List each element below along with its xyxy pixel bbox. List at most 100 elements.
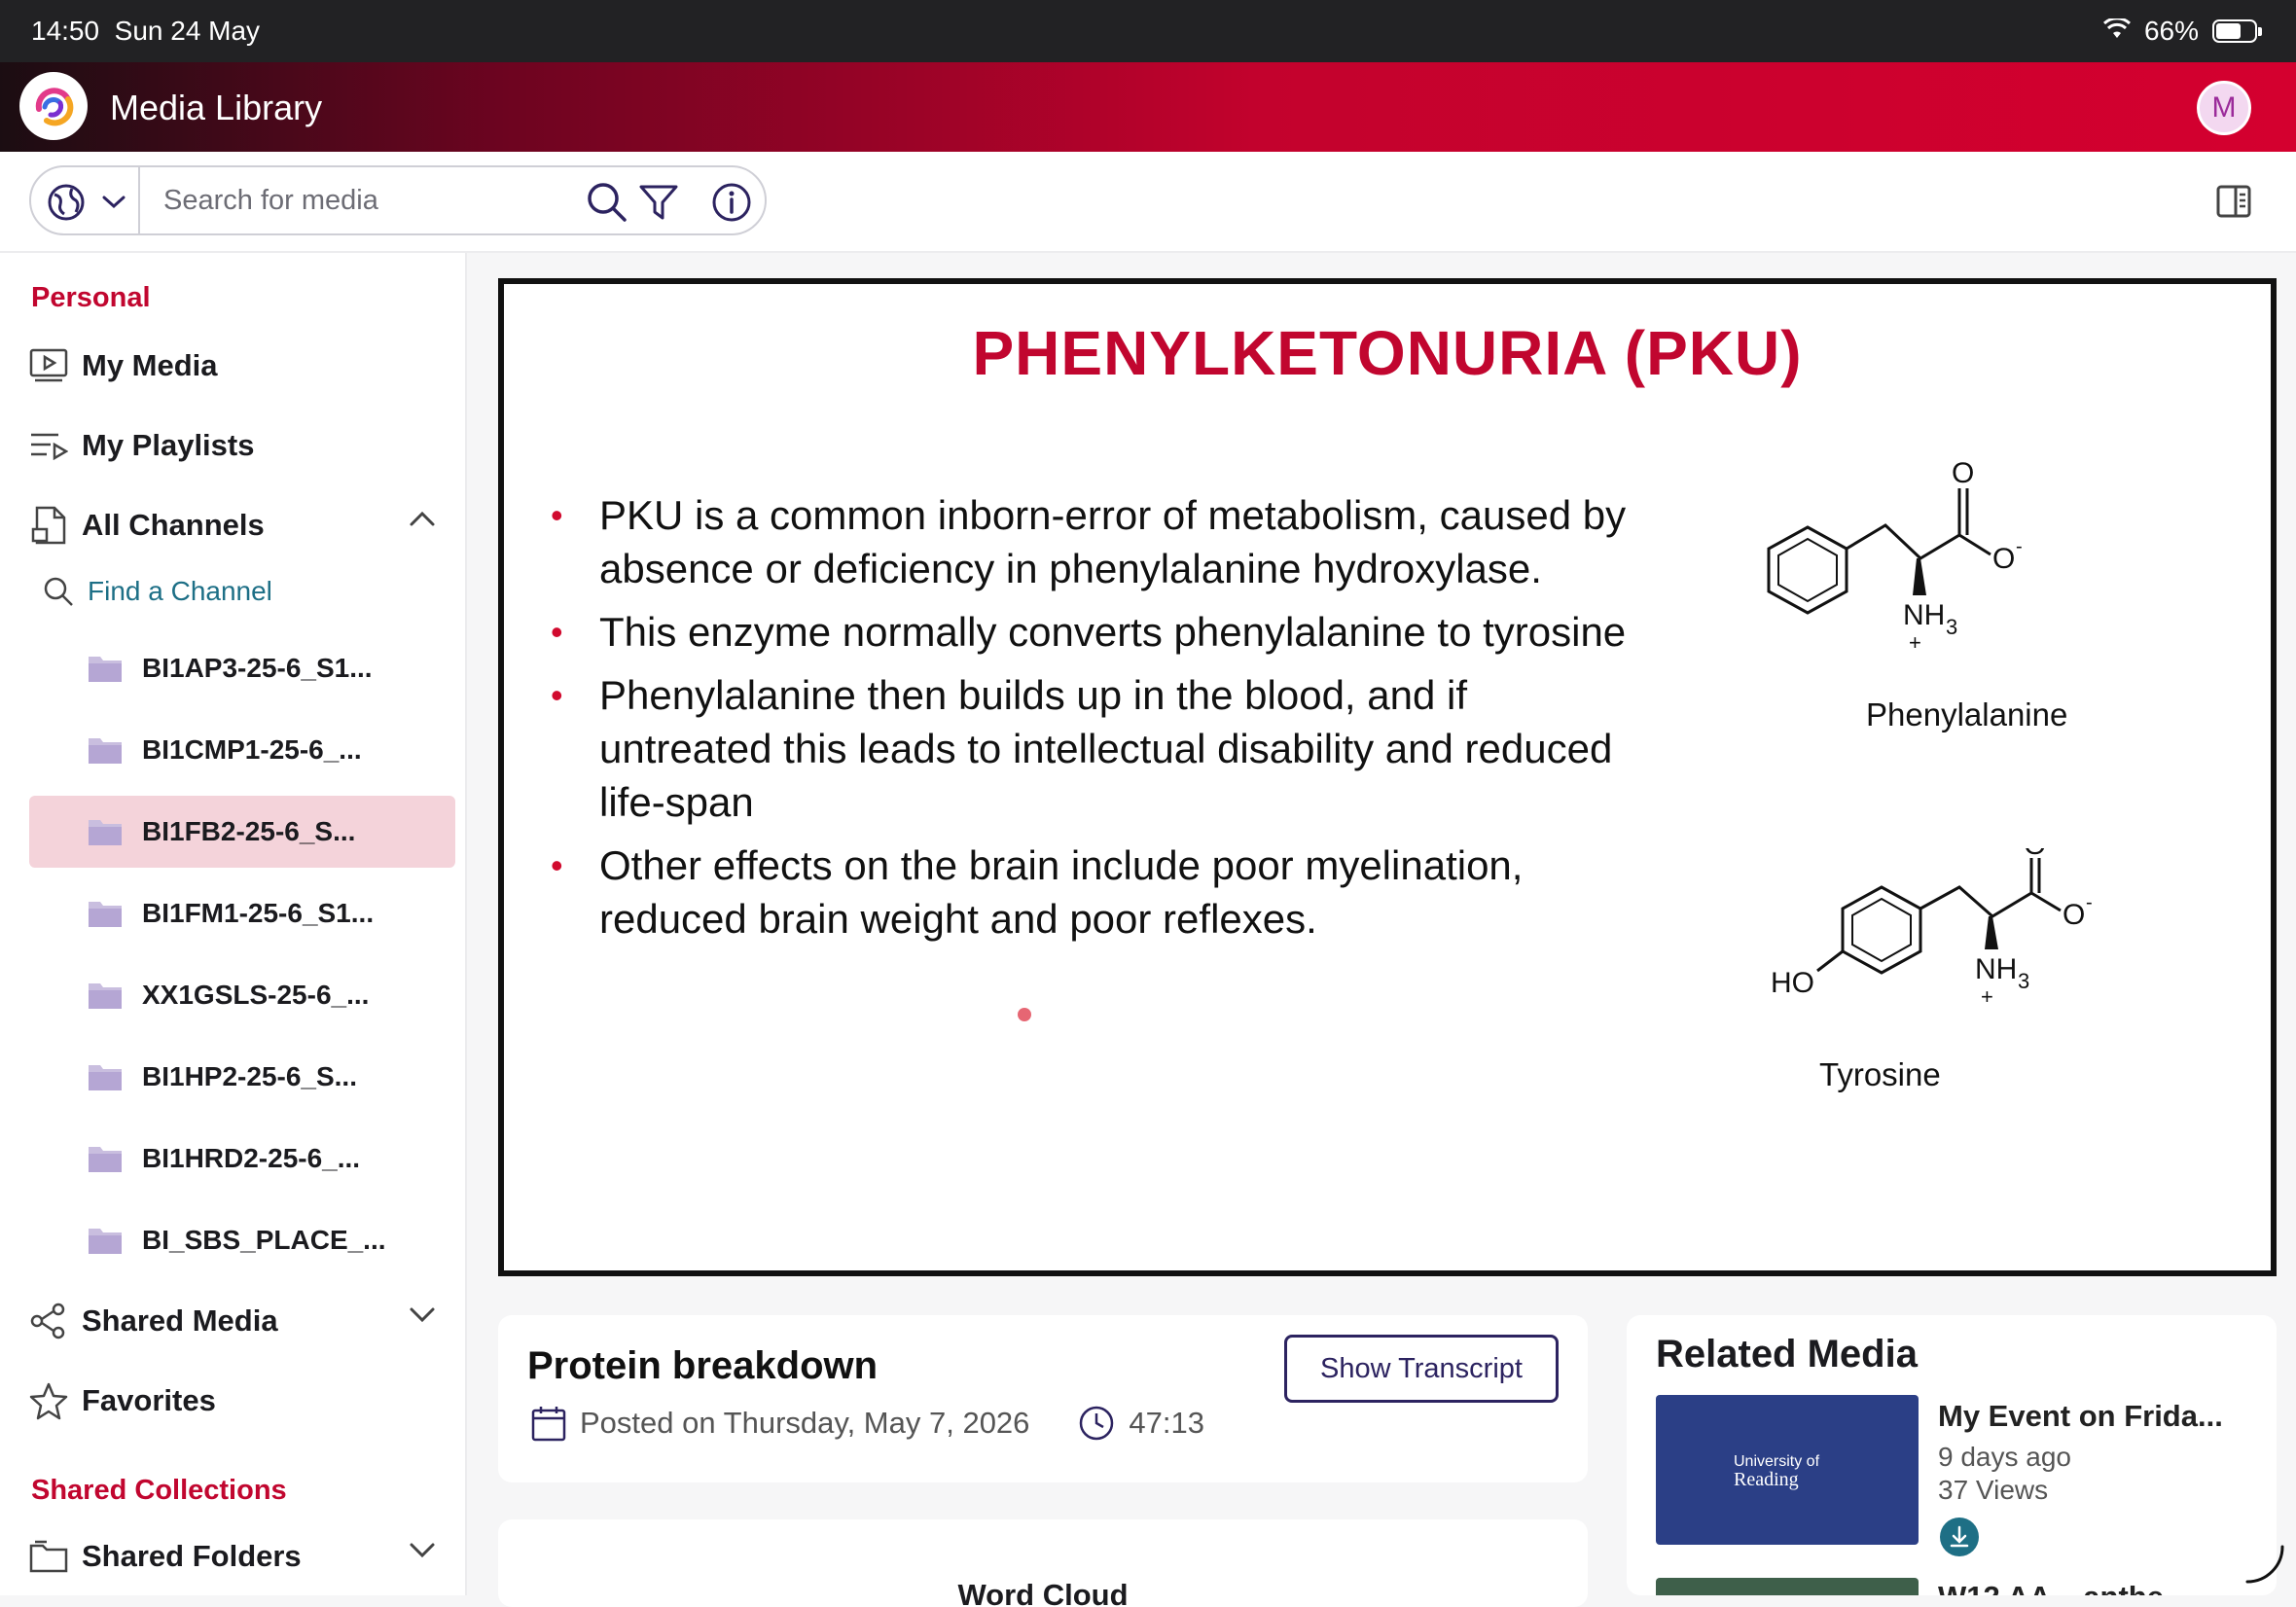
chevron-down-icon[interactable]	[409, 1541, 436, 1558]
user-avatar[interactable]: M	[2197, 81, 2251, 135]
sidebar-item-shared-folders[interactable]: Shared Folders	[27, 1529, 455, 1584]
loading-spinner-icon	[2245, 1545, 2284, 1584]
related-item-title[interactable]: W12 AA – anthe...	[1938, 1580, 2189, 1595]
wifi-icon	[2102, 16, 2131, 47]
status-bar: 14:50 Sun 24 May 66%	[0, 0, 2296, 62]
channel-label: BI1FM1-25-6_S1...	[142, 898, 375, 928]
svg-text:HO: HO	[1771, 967, 1814, 999]
channel-item[interactable]: BI1AP3-25-6_S1...	[29, 632, 455, 704]
status-right: 66%	[2102, 16, 2262, 47]
tyrosine-structure: O O - NH 3 + HO	[1771, 848, 2093, 1009]
battery-fill	[2216, 23, 2241, 39]
sidebar-item-label: Shared Media	[82, 1303, 278, 1338]
find-channel-link[interactable]: Find a Channel	[43, 576, 272, 607]
channel-item[interactable]: XX1GSLS-25-6_...	[29, 959, 455, 1031]
svg-text:3: 3	[2018, 969, 2029, 993]
video-player[interactable]: PHENYLKETONURIA (PKU) PKU is a common in…	[498, 278, 2277, 1276]
sidebar-item-favorites[interactable]: Favorites	[27, 1374, 455, 1428]
tyrosine-label: Tyrosine	[1819, 1056, 1941, 1092]
channels-icon	[27, 504, 70, 547]
channel-label: BI1FB2-25-6_S...	[142, 816, 356, 846]
sidebar-item-label: Favorites	[82, 1383, 216, 1417]
clock: 14:50	[31, 16, 100, 46]
svg-text:+: +	[1981, 984, 1993, 1009]
download-icon[interactable]	[1940, 1518, 1979, 1556]
media-info-card: Protein breakdown Posted on Thursday, Ma…	[498, 1315, 1588, 1482]
media-icon	[27, 344, 70, 387]
sidebar-toggle-icon[interactable]	[2216, 185, 2251, 218]
slide-bullet: Other effects on the brain include poor …	[543, 839, 1632, 946]
star-icon	[27, 1379, 70, 1422]
media-title: Protein breakdown	[527, 1344, 879, 1387]
share-icon	[27, 1300, 70, 1342]
search-scope-selector[interactable]	[31, 167, 140, 233]
playlist-icon	[27, 424, 70, 467]
app-title: Media Library	[110, 88, 323, 127]
info-icon[interactable]	[710, 181, 753, 224]
folder-icon	[89, 1065, 122, 1090]
sidebar-item-my-playlists[interactable]: My Playlists	[27, 418, 455, 473]
channel-item[interactable]: BI1HRD2-25-6_...	[29, 1123, 455, 1195]
folder-icon	[27, 1535, 70, 1578]
svg-text:NH: NH	[1975, 953, 2017, 985]
university-of-reading-logo: University of Reading	[1734, 1453, 1819, 1490]
posted-date: Posted on Thursday, May 7, 2026	[580, 1406, 1030, 1440]
channel-item[interactable]: BI1CMP1-25-6_...	[29, 714, 455, 786]
calendar-icon	[531, 1407, 566, 1442]
svg-text:NH: NH	[1903, 599, 1945, 631]
media-meta: Posted on Thursday, May 7, 2026 47:13	[531, 1405, 1204, 1442]
sidebar-item-label: My Playlists	[82, 428, 255, 462]
search-icon[interactable]	[586, 181, 628, 224]
phenylalanine-label: Phenylalanine	[1866, 696, 2068, 732]
chevron-up-icon[interactable]	[409, 510, 436, 527]
channel-item[interactable]: BI1FM1-25-6_S1...	[29, 877, 455, 949]
channel-label: BI1HRD2-25-6_...	[142, 1143, 361, 1173]
slide-title: PHENYLKETONURIA (PKU)	[972, 318, 1803, 388]
sidebar-item-my-media[interactable]: My Media	[27, 339, 455, 393]
folder-icon	[89, 983, 122, 1009]
channel-label: XX1GSLS-25-6_...	[142, 980, 370, 1010]
chevron-down-icon[interactable]	[409, 1305, 436, 1323]
sidebar-item-label: Shared Folders	[82, 1539, 302, 1573]
svg-text:O: O	[2024, 848, 2046, 861]
thumb-text: Reading	[1734, 1469, 1799, 1490]
channel-item[interactable]: BI1HP2-25-6_S...	[29, 1041, 455, 1113]
related-media-panel: Related Media University of Reading My E…	[1627, 1315, 2277, 1595]
chevron-down-icon	[102, 196, 126, 209]
phenylalanine-structure: O O - NH 3 +	[1767, 459, 2023, 654]
globe-icon	[48, 184, 85, 221]
channel-label: BI_SBS_PLACE_...	[142, 1225, 386, 1255]
related-item-age: 9 days ago	[1938, 1442, 2071, 1472]
channel-label: BI1AP3-25-6_S1...	[142, 653, 373, 683]
show-transcript-button[interactable]: Show Transcript	[1284, 1335, 1559, 1403]
folder-icon	[89, 902, 122, 927]
filter-icon[interactable]	[638, 183, 679, 222]
sidebar-item-shared-media[interactable]: Shared Media	[27, 1294, 455, 1348]
folder-icon	[89, 1147, 122, 1172]
related-item-title[interactable]: My Event on Frida...	[1938, 1399, 2223, 1434]
search-icon	[44, 577, 73, 606]
date: Sun 24 May	[114, 16, 261, 46]
svg-text:-: -	[2086, 892, 2093, 913]
sidebar-item-all-channels[interactable]: All Channels	[27, 498, 455, 553]
related-thumbnail[interactable]: University of Reading	[1656, 1395, 1919, 1545]
word-cloud-title: Word Cloud	[957, 1578, 1129, 1607]
app-logo-icon[interactable]	[19, 72, 88, 140]
channel-item[interactable]: BI_SBS_PLACE_...	[29, 1204, 455, 1276]
status-time: 14:50 Sun 24 May	[31, 16, 260, 47]
app-bar: Media Library M	[0, 62, 2296, 152]
channel-item[interactable]: BI1FB2-25-6_S...	[29, 796, 455, 868]
folder-icon	[89, 738, 122, 764]
folder-icon	[89, 1229, 122, 1254]
section-shared-collections: Shared Collections	[31, 1475, 287, 1506]
slide-bullet: This enzyme normally converts phenylalan…	[543, 605, 1632, 659]
related-thumbnail[interactable]	[1656, 1578, 1919, 1595]
folder-icon	[89, 820, 122, 845]
section-personal: Personal	[31, 282, 151, 313]
slide-bullet: Phenylalanine then builds up in the bloo…	[543, 668, 1632, 829]
svg-text:O: O	[1992, 543, 2015, 575]
battery-icon	[2212, 19, 2262, 43]
sidebar-item-label: My Media	[82, 348, 218, 382]
related-item-views: 37 Views	[1938, 1475, 2049, 1505]
search-input[interactable]	[163, 181, 592, 220]
